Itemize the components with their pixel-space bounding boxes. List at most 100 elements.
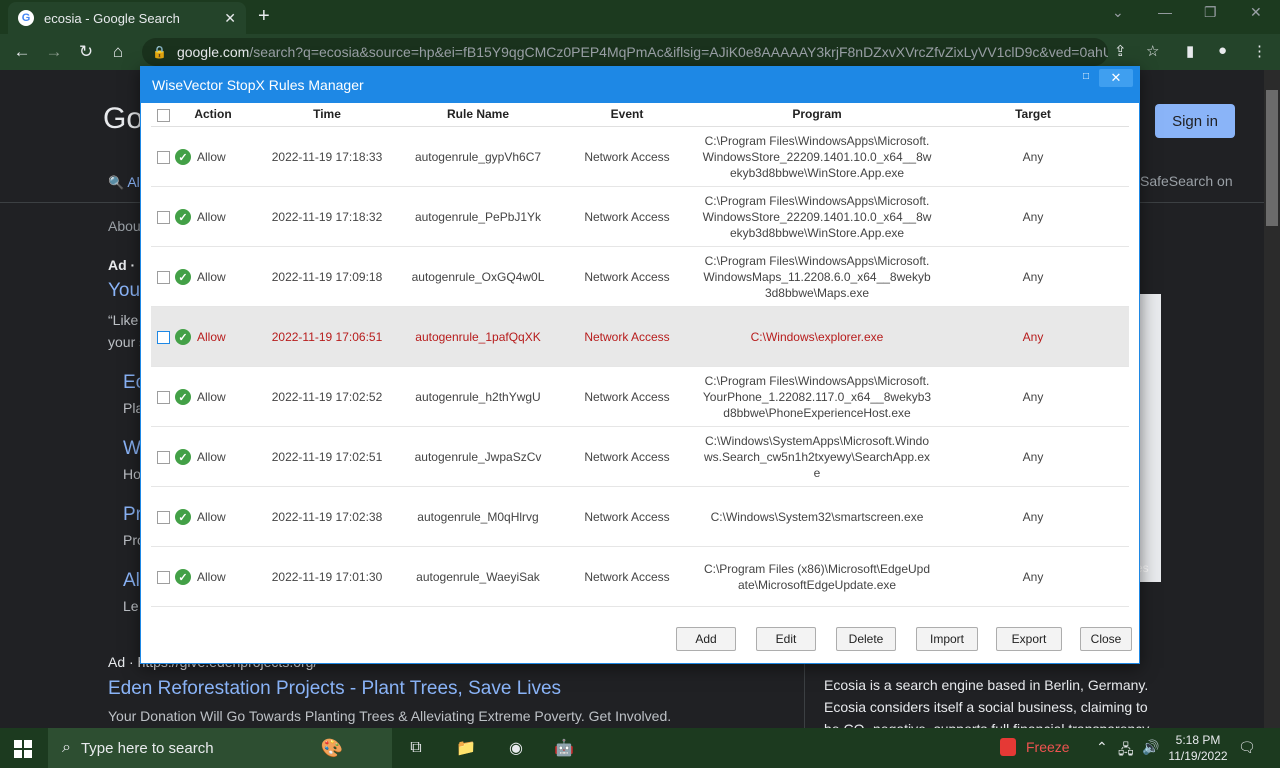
- row-checkbox[interactable]: [157, 331, 170, 344]
- sitelink-4[interactable]: Al: [123, 570, 140, 592]
- row-target: Any: [1022, 570, 1044, 584]
- header-target[interactable]: Target: [983, 107, 1083, 121]
- row-checkbox[interactable]: [157, 451, 170, 464]
- browser-tab[interactable]: G ecosia - Google Search ✕: [8, 2, 246, 34]
- row-action: Allow: [197, 390, 226, 404]
- reload-icon[interactable]: ↻: [70, 42, 102, 62]
- header-time[interactable]: Time: [259, 107, 395, 121]
- restore-icon[interactable]: ❐: [1204, 4, 1217, 21]
- new-tab-icon[interactable]: +: [258, 5, 270, 28]
- header-rule-name[interactable]: Rule Name: [403, 107, 553, 121]
- table-row[interactable]: ✓ Allow 2022-11-19 17:18:32 autogenrule_…: [151, 187, 1129, 247]
- tab-search-chevron-icon[interactable]: ⌄: [1112, 4, 1124, 21]
- search-highlight-icon[interactable]: 🎨: [320, 736, 344, 760]
- all-tab[interactable]: 🔍 Al: [108, 174, 140, 191]
- wisevector-icon[interactable]: 🤖: [552, 736, 576, 760]
- sitelink-2[interactable]: W: [123, 438, 141, 460]
- dialog-title-bar[interactable]: WiseVector StopX Rules Manager: [141, 67, 1139, 103]
- row-checkbox[interactable]: [157, 511, 170, 524]
- export-button[interactable]: Export: [996, 627, 1062, 651]
- ad-description: Your Donation Will Go Towards Planting T…: [108, 708, 672, 724]
- search-small-icon: 🔍: [108, 175, 125, 190]
- sign-in-button[interactable]: Sign in: [1155, 104, 1235, 138]
- lock-icon[interactable]: 🔒: [152, 45, 167, 59]
- row-checkbox[interactable]: [157, 391, 170, 404]
- dialog-close-icon[interactable]: ✕: [1099, 69, 1133, 87]
- dialog-title: WiseVector StopX Rules Manager: [152, 77, 364, 93]
- row-event: Network Access: [584, 150, 670, 164]
- tab-close-icon[interactable]: ✕: [224, 10, 236, 27]
- file-explorer-icon[interactable]: 📁: [454, 736, 478, 760]
- address-bar[interactable]: 🔒 google.com /search?q=ecosia&source=hp&…: [142, 38, 1108, 66]
- share-icon[interactable]: ⇪: [1114, 42, 1127, 60]
- row-rule-name: autogenrule_M0qHlrvg: [417, 510, 539, 524]
- task-view-icon[interactable]: ⧉: [404, 736, 428, 760]
- volume-icon[interactable]: 🔊: [1142, 739, 1159, 756]
- notification-icon[interactable]: 🗨: [1238, 739, 1256, 756]
- header-program[interactable]: Program: [701, 107, 933, 121]
- knowledge-description: Ecosia is a search engine based in Berli…: [824, 677, 1149, 728]
- table-row[interactable]: ✓ Allow 2022-11-19 17:18:33 autogenrule_…: [151, 127, 1129, 187]
- freeze-tray-item[interactable]: Freeze: [1000, 738, 1070, 756]
- windows-start-icon[interactable]: [14, 740, 32, 758]
- safesearch-label[interactable]: SafeSearch on: [1140, 173, 1233, 189]
- url-path: /search?q=ecosia&source=hp&ei=fB15Y9qgCM…: [249, 44, 1108, 60]
- sitelink-2-desc: Ho: [123, 466, 141, 482]
- table-row[interactable]: ✓ Allow 2022-11-19 17:02:38 autogenrule_…: [151, 487, 1129, 547]
- back-icon[interactable]: ←: [6, 42, 38, 62]
- row-event: Network Access: [584, 510, 670, 524]
- url-host: google.com: [176, 44, 250, 60]
- table-row[interactable]: ✓ Allow 2022-11-19 17:02:52 autogenrule_…: [151, 367, 1129, 427]
- header-event[interactable]: Event: [561, 107, 693, 121]
- dialog-maximize-icon[interactable]: □: [1079, 71, 1093, 85]
- about-results-text: Abou: [108, 218, 141, 234]
- row-checkbox[interactable]: [157, 271, 170, 284]
- knowledge-image-partial[interactable]: [1140, 294, 1161, 582]
- header-action[interactable]: Action: [193, 107, 233, 121]
- clock-time: 5:18 PM: [1175, 733, 1221, 747]
- table-row[interactable]: ✓ Allow 2022-11-19 17:02:51 autogenrule_…: [151, 427, 1129, 487]
- home-icon[interactable]: ⌂: [102, 42, 134, 62]
- row-program: C:\Program Files\WindowsApps\Microsoft.Y…: [702, 374, 932, 420]
- row-rule-name: autogenrule_PePbJ1Yk: [414, 210, 542, 224]
- rules-table: Action Time Rule Name Event Program Targ…: [151, 103, 1129, 611]
- menu-icon[interactable]: ⋮: [1252, 42, 1267, 60]
- table-row[interactable]: ✓ Allow 2022-11-19 17:01:30 autogenrule_…: [151, 547, 1129, 607]
- table-row[interactable]: ✓ Allow 2022-11-19 17:09:18 autogenrule_…: [151, 247, 1129, 307]
- select-all-checkbox[interactable]: [157, 109, 170, 122]
- row-checkbox[interactable]: [157, 571, 170, 584]
- row-action: Allow: [197, 150, 226, 164]
- taskbar-search-placeholder: Type here to search: [80, 739, 214, 757]
- page-scrollbar-thumb[interactable]: [1266, 90, 1278, 226]
- browser-toolbar: ← → ↻ ⌂ 🔒 google.com /search?q=ecosia&so…: [0, 34, 1280, 70]
- star-icon[interactable]: ☆: [1146, 42, 1159, 60]
- row-checkbox[interactable]: [157, 211, 170, 224]
- close-button[interactable]: Close: [1080, 627, 1132, 651]
- row-time: 2022-11-19 17:06:51: [271, 330, 383, 344]
- sidebar-icon[interactable]: ▮: [1186, 42, 1194, 60]
- add-button[interactable]: Add: [676, 627, 736, 651]
- table-row-selected[interactable]: ✓ Allow 2022-11-19 17:06:51 autogenrule_…: [151, 307, 1129, 367]
- ad-title-link[interactable]: Eden Reforestation Projects - Plant Tree…: [108, 678, 561, 700]
- chrome-icon[interactable]: ◉: [504, 736, 528, 760]
- row-rule-name: autogenrule_OxGQ4w0L: [411, 270, 545, 284]
- tray-chevron-icon[interactable]: ⌃: [1096, 739, 1108, 756]
- taskbar-clock[interactable]: 5:18 PM 11/19/2022: [1168, 732, 1228, 764]
- ad-link-partial[interactable]: You: [108, 280, 140, 302]
- profile-icon[interactable]: ●: [1218, 42, 1227, 59]
- window-close-icon[interactable]: ✕: [1250, 4, 1262, 21]
- network-icon[interactable]: 🖧: [1118, 739, 1134, 763]
- google-favicon-icon: G: [18, 10, 34, 26]
- freeze-icon: [1000, 738, 1016, 756]
- import-button[interactable]: Import: [916, 627, 978, 651]
- edit-button[interactable]: Edit: [756, 627, 816, 651]
- row-event: Network Access: [584, 390, 670, 404]
- row-rule-name: autogenrule_gypVh6C7: [414, 150, 542, 164]
- search-icon: ⌕: [62, 739, 71, 756]
- row-checkbox[interactable]: [157, 151, 170, 164]
- row-time: 2022-11-19 17:09:18: [271, 270, 383, 284]
- forward-icon[interactable]: →: [38, 42, 70, 62]
- minimize-icon[interactable]: —: [1158, 4, 1172, 20]
- delete-button[interactable]: Delete: [836, 627, 896, 651]
- allow-check-icon: ✓: [175, 389, 191, 405]
